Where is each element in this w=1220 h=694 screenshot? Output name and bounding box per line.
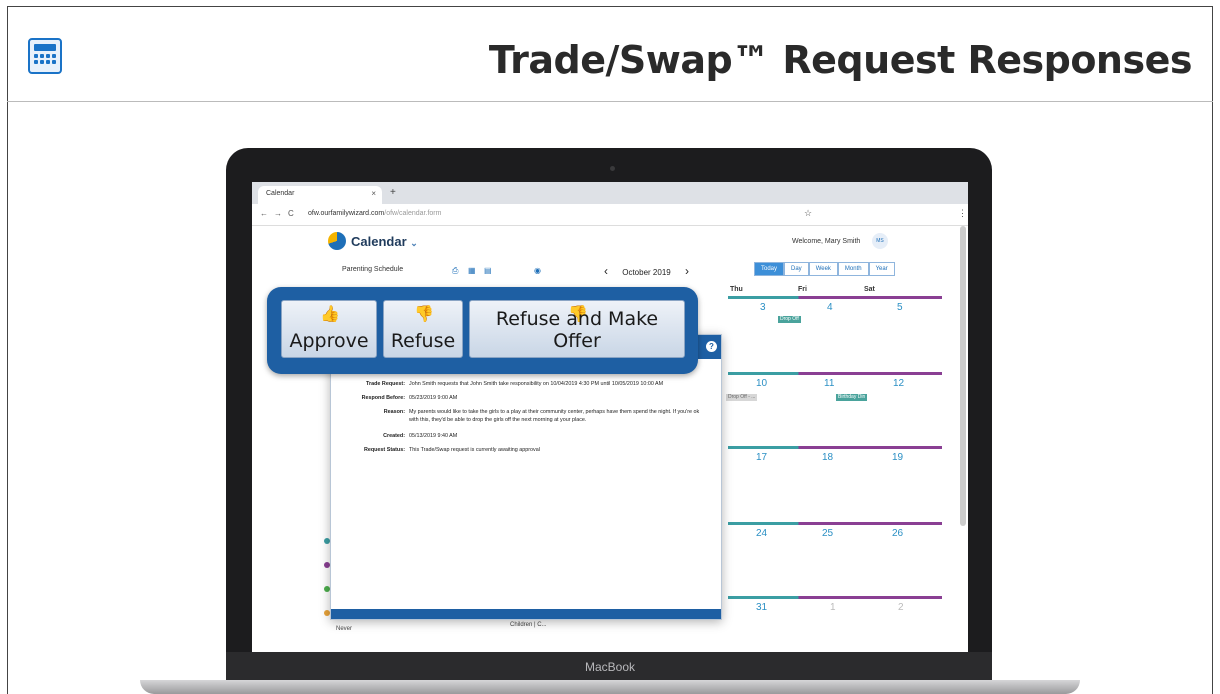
detail-label: Respond Before: [361, 395, 405, 401]
url-path: /ofw/calendar.form [384, 210, 442, 217]
browser-tabbar: Calendar × + [252, 182, 968, 204]
calendar-grid-icon[interactable]: ▦ [468, 266, 476, 275]
calendar-event[interactable]: Birthday Din [836, 394, 868, 401]
browser-tab[interactable]: Calendar × [258, 186, 382, 204]
thumbs-down-icon: 👎 [414, 306, 434, 323]
view-week-button[interactable]: Week [808, 262, 838, 276]
detail-value: 05/13/2019 9:40 AM [409, 433, 458, 439]
day-cell[interactable]: 12 [893, 378, 904, 389]
week-bar [728, 296, 942, 299]
detail-label: Created: [383, 433, 405, 439]
month-label: October 2019 [622, 268, 671, 277]
slide-divider [7, 101, 1213, 102]
week-bar [728, 522, 942, 525]
calculator-icon [28, 38, 62, 74]
detail-label: Request Status: [363, 447, 405, 453]
day-cell[interactable]: 11 [824, 378, 834, 389]
detail-label: Reason: [383, 409, 405, 415]
refuse-and-make-offer-label: Refuse and Make Offer [495, 308, 659, 352]
week-bar [728, 596, 942, 599]
day-cell[interactable]: 26 [892, 528, 903, 539]
day-cell[interactable]: 4 [827, 302, 833, 313]
detail-value: My parents would like to take the girls … [409, 409, 700, 423]
back-icon[interactable]: ← [260, 209, 268, 218]
weekday-fri: Fri [798, 286, 807, 293]
week-bar [728, 446, 942, 449]
new-tab-icon[interactable]: + [390, 187, 396, 198]
avatar[interactable]: MS [872, 233, 888, 249]
slide-title: Trade/Swap™ Request Responses [488, 38, 1193, 82]
document-icon[interactable]: ▤ [484, 266, 492, 275]
help-icon[interactable]: ? [706, 341, 717, 352]
detail-value: John Smith requests that John Smith take… [409, 381, 664, 387]
app-title[interactable]: Calendar ⌄ [351, 234, 418, 249]
view-today-button[interactable]: Today [754, 262, 785, 276]
parenting-schedule-link[interactable]: Parenting Schedule [342, 266, 403, 273]
weekday-sat: Sat [864, 286, 875, 293]
print-icon[interactable]: ⎙ [452, 266, 458, 276]
day-cell[interactable]: 31 [756, 602, 767, 613]
next-month-icon[interactable]: › [685, 264, 689, 278]
week-bar [728, 372, 942, 375]
calendar-event[interactable]: Drop Off - ... [726, 394, 758, 401]
approve-button[interactable]: 👍 Approve [281, 300, 377, 358]
reload-icon[interactable]: C [288, 209, 294, 218]
tab-title: Calendar [266, 190, 295, 197]
laptop-screen: Calendar × + ← → C ofw.ourfamilywizard.c… [252, 182, 968, 652]
dialog-footer [331, 609, 721, 619]
laptop-brand-label: MacBook [584, 660, 636, 674]
day-cell[interactable]: 10 [756, 378, 767, 389]
forward-icon[interactable]: → [274, 209, 282, 218]
view-switcher: Today Day Week Month Year [754, 262, 895, 276]
repeat-setting: Never [336, 626, 353, 632]
prev-month-icon[interactable]: ‹ [604, 264, 608, 278]
day-cell[interactable]: 17 [756, 452, 767, 463]
day-cell[interactable]: 3 [760, 302, 766, 313]
refuse-button[interactable]: 👎 Refuse [383, 300, 463, 358]
calendar-event[interactable]: Children | C... [510, 622, 547, 628]
approve-label: Approve [289, 330, 369, 352]
view-month-button[interactable]: Month [837, 262, 869, 276]
url-field[interactable]: ofw.ourfamilywizard.com/ofw/calendar.for… [308, 210, 441, 217]
color-key-icon[interactable]: ◉ [534, 266, 541, 275]
refuse-label: Refuse [390, 330, 456, 352]
tab-close-icon[interactable]: × [371, 189, 376, 198]
day-cell[interactable]: 1 [830, 602, 836, 613]
webcam [610, 166, 615, 171]
refuse-and-make-offer-button[interactable]: 👎 Refuse and Make Offer [469, 300, 685, 358]
trade-request-dialog: ? Trade Request: John Smith requests tha… [330, 334, 722, 620]
address-bar: ← → C ofw.ourfamilywizard.com/ofw/calend… [252, 204, 968, 226]
weekday-thu: Thu [730, 286, 743, 293]
calendar-event[interactable]: Drop Off [778, 316, 801, 323]
app-title-text: Calendar [351, 234, 407, 249]
day-cell[interactable]: 19 [892, 452, 903, 463]
chevron-down-icon: ⌄ [410, 238, 418, 248]
day-cell[interactable]: 24 [756, 528, 767, 539]
detail-value: This Trade/Swap request is currently awa… [409, 447, 540, 453]
detail-label: Trade Request: [366, 381, 405, 387]
app-logo-icon [328, 232, 346, 250]
thumbs-up-icon: 👍 [320, 306, 340, 323]
day-cell[interactable]: 25 [822, 528, 833, 539]
url-host: ofw.ourfamilywizard.com [308, 210, 385, 217]
day-cell[interactable]: 2 [898, 602, 904, 613]
view-year-button[interactable]: Year [868, 262, 895, 276]
page-scrollbar[interactable] [960, 226, 966, 526]
welcome-message: Welcome, Mary Smith [792, 238, 861, 245]
bookmark-star-icon[interactable]: ☆ [804, 208, 812, 219]
browser-menu-icon[interactable]: ⋮ [958, 208, 967, 219]
day-cell[interactable]: 18 [822, 452, 833, 463]
month-navigator: ‹ October 2019 › [592, 264, 701, 278]
response-buttons-callout: 👍 Approve 👎 Refuse 👎 Refuse and Make Off… [267, 287, 698, 374]
view-day-button[interactable]: Day [784, 262, 809, 276]
day-cell[interactable]: 5 [897, 302, 903, 313]
laptop-base [140, 680, 1080, 694]
detail-value: 05/23/2019 9:00 AM [409, 395, 458, 401]
